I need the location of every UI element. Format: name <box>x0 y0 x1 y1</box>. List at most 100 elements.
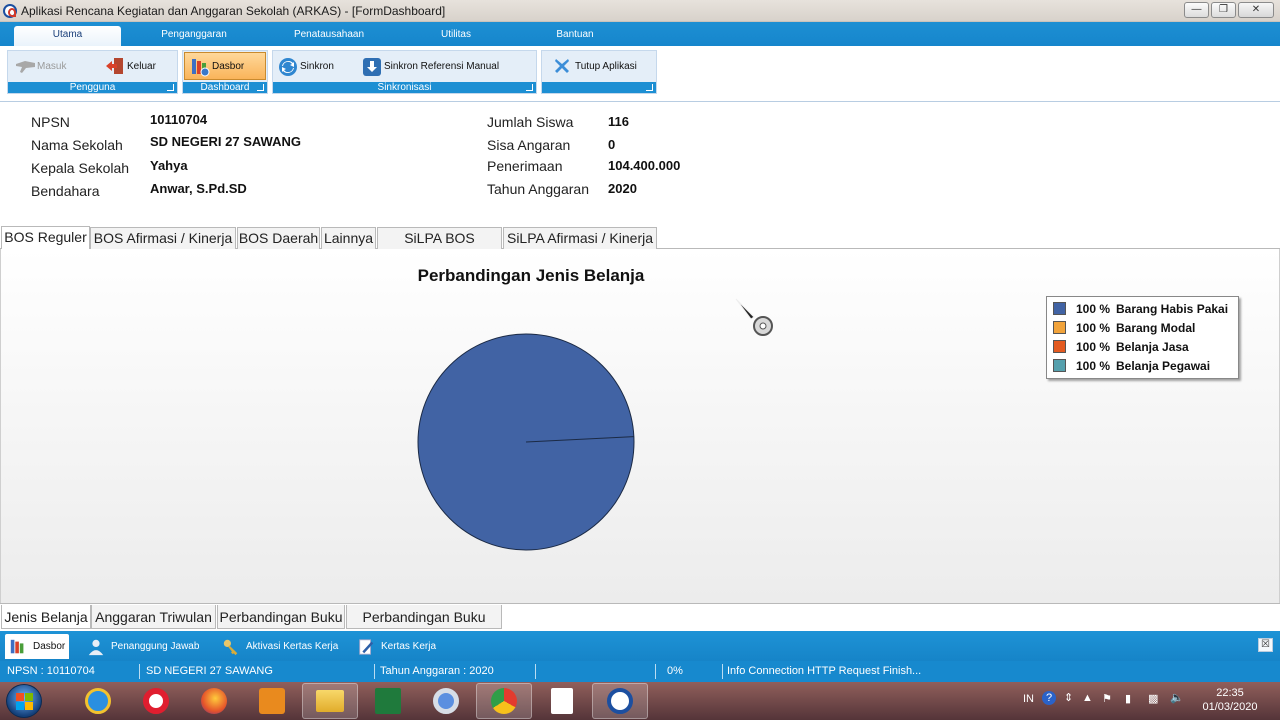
tab-perbandingan-buku[interactable]: Perbandingan Buku <box>217 605 345 629</box>
group-dashboard: Dasbor Dashboard <box>182 50 268 94</box>
group-aplikasi: Tutup Aplikasi <box>541 50 657 94</box>
show-hidden-icons-icon[interactable]: ▲ <box>1082 692 1093 704</box>
status-npsn: NPSN : 10110704 <box>7 665 95 677</box>
taskbar-arkas[interactable] <box>592 683 648 719</box>
chrome-icon <box>491 688 517 714</box>
taskbar-notepad[interactable] <box>534 683 590 719</box>
internet-explorer-icon <box>85 688 111 714</box>
status-bar: NPSN : 10110704 SD NEGERI 27 SAWANG Tahu… <box>0 661 1280 682</box>
ribbon-tab-bar: Utama Penganggaran Penatausahaan Utilita… <box>0 22 1280 46</box>
bendahara-value: Anwar, S.Pd.SD <box>150 181 247 196</box>
dasbor-label: Dasbor <box>212 60 245 72</box>
taskbar-firefox[interactable] <box>186 683 242 719</box>
tab-jenis-belanja[interactable]: Jenis Belanja <box>1 605 91 629</box>
mdi-dasbor-label: Dasbor <box>33 641 66 652</box>
taskbar-explorer[interactable] <box>302 683 358 719</box>
download-icon <box>362 57 381 76</box>
volume-icon[interactable]: 🔈 <box>1170 691 1184 704</box>
tab-utilitas[interactable]: Utilitas <box>420 26 492 46</box>
minimize-button[interactable]: — <box>1184 2 1209 18</box>
legend-label: Barang Habis Pakai <box>1116 301 1229 316</box>
tab-penatausahaan[interactable]: Penatausahaan <box>280 26 378 46</box>
logout-icon <box>105 57 123 75</box>
tab-perbandingan-buku-sisa[interactable]: Perbandingan Buku Sisa <box>346 605 502 649</box>
keluar-label: Keluar <box>127 60 156 72</box>
restore-button[interactable]: ❐ <box>1211 2 1236 18</box>
tab-bantuan[interactable]: Bantuan <box>540 26 610 46</box>
tab-silpa-afirmasi[interactable]: SiLPA Afirmasi / Kinerja <box>503 227 657 249</box>
windows-logo-icon <box>16 693 24 701</box>
group-launcher-icon[interactable] <box>167 84 174 91</box>
group-sinkronisasi-title: Sinkronisasi <box>377 82 432 93</box>
chromium-icon <box>433 688 459 714</box>
nama-sekolah-label: Nama Sekolah <box>31 137 123 153</box>
system-clock[interactable]: 22:35 01/03/2020 <box>1200 686 1260 714</box>
tahun-anggaran-value: 2020 <box>608 181 637 196</box>
group-pengguna-label: Pengguna <box>8 82 177 93</box>
status-separator <box>535 664 536 679</box>
tab-bos-daerah[interactable]: BOS Daerah <box>237 227 320 249</box>
dasbor-button[interactable]: Dasbor <box>184 52 266 80</box>
busy-cursor-icon <box>735 298 773 336</box>
tab-anggaran-triwulan[interactable]: Anggaran Triwulan <box>91 605 216 629</box>
document-pen-icon <box>357 638 375 656</box>
tab-penganggaran[interactable]: Penganggaran <box>145 26 243 46</box>
taskbar-chrome[interactable] <box>476 683 532 719</box>
os-taskbar: IN ? ⇕ ▲ ⚑ ▮ ▩ 🔈 22:35 01/03/2020 <box>0 682 1280 720</box>
action-center-icon[interactable]: ⚑ <box>1102 692 1112 705</box>
mdi-penanggung-jawab[interactable]: Penanggung Jawab <box>83 634 203 659</box>
usb-device-icon[interactable]: ▮ <box>1125 692 1131 705</box>
taskbar-chromium[interactable] <box>418 683 474 719</box>
mdi-kertas-kerja[interactable]: Kertas Kerja <box>353 634 440 659</box>
sinkron-label: Sinkron <box>300 60 334 72</box>
npsn-value: 10110704 <box>150 112 208 127</box>
school-info-panel: NPSN 10110704 Nama Sekolah SD NEGERI 27 … <box>0 103 1280 228</box>
masuk-button[interactable]: Masuk <box>10 52 71 80</box>
tab-bos-reguler[interactable]: BOS Reguler <box>1 226 90 250</box>
legend-percent: 100 % <box>1076 358 1111 373</box>
sinkron-referensi-button[interactable]: Sinkron Referensi Manual <box>357 52 504 80</box>
tab-bos-afirmasi[interactable]: BOS Afirmasi / Kinerja <box>90 227 236 249</box>
start-button[interactable] <box>6 684 42 718</box>
status-separator <box>655 664 656 679</box>
key-icon <box>222 638 240 656</box>
sisa-anggaran-value: 0 <box>608 137 616 152</box>
group-launcher-icon[interactable] <box>646 84 653 91</box>
keluar-button[interactable]: Keluar <box>100 52 161 80</box>
language-indicator[interactable]: IN <box>1023 693 1034 705</box>
mdi-aktivasi-kertas-kerja[interactable]: Aktivasi Kertas Kerja <box>218 634 342 659</box>
group-dashboard-label: Dashboard <box>183 82 267 93</box>
help-icon[interactable]: ? <box>1042 691 1056 705</box>
tray-arrows-icon[interactable]: ⇕ <box>1064 691 1073 704</box>
close-app-icon <box>553 57 571 75</box>
taskbar-ie[interactable] <box>70 683 126 719</box>
tab-lainnya[interactable]: Lainnya <box>321 227 376 249</box>
taskbar-excel[interactable] <box>360 683 416 719</box>
group-pengguna-title: Pengguna <box>69 82 116 93</box>
nama-sekolah-value: SD NEGERI 27 SAWANG <box>150 134 301 149</box>
sinkron-referensi-label: Sinkron Referensi Manual <box>384 60 500 72</box>
group-launcher-icon[interactable] <box>257 84 264 91</box>
network-signal-icon[interactable]: ▩ <box>1148 692 1158 705</box>
legend-percent: 100 % <box>1076 320 1111 335</box>
close-button[interactable]: ✕ <box>1238 2 1274 18</box>
group-launcher-icon[interactable] <box>526 84 533 91</box>
sinkron-button[interactable]: Sinkron <box>273 52 339 80</box>
mdi-penanggung-jawab-label: Penanggung Jawab <box>111 641 200 652</box>
chart-area: Perbandingan Jenis Belanja 100 % Barang H… <box>0 249 1280 603</box>
mdi-close-button[interactable]: ☒ <box>1258 638 1273 652</box>
taskbar-media-player[interactable] <box>244 683 300 719</box>
tab-utama[interactable]: Utama <box>14 26 121 46</box>
chart-legend: 100 % Barang Habis Pakai 100 % Barang Modal… <box>1046 296 1239 379</box>
fund-source-tabs: BOS Reguler BOS Afirmasi / Kinerja BOS D… <box>0 226 1280 267</box>
tutup-aplikasi-button[interactable]: Tutup Aplikasi <box>548 52 642 80</box>
legend-item: 100 % Belanja Jasa <box>1053 337 1238 356</box>
mdi-dasbor[interactable]: Dasbor <box>5 634 70 659</box>
tab-silpa-bos-reguler[interactable]: SiLPA BOS Reguler <box>377 227 502 267</box>
person-icon <box>87 638 105 656</box>
taskbar-opera[interactable] <box>128 683 184 719</box>
status-separator <box>722 664 723 679</box>
jumlah-siswa-value: 116 <box>608 114 629 129</box>
arkas-app-icon <box>607 688 633 714</box>
sync-icon <box>278 57 297 76</box>
